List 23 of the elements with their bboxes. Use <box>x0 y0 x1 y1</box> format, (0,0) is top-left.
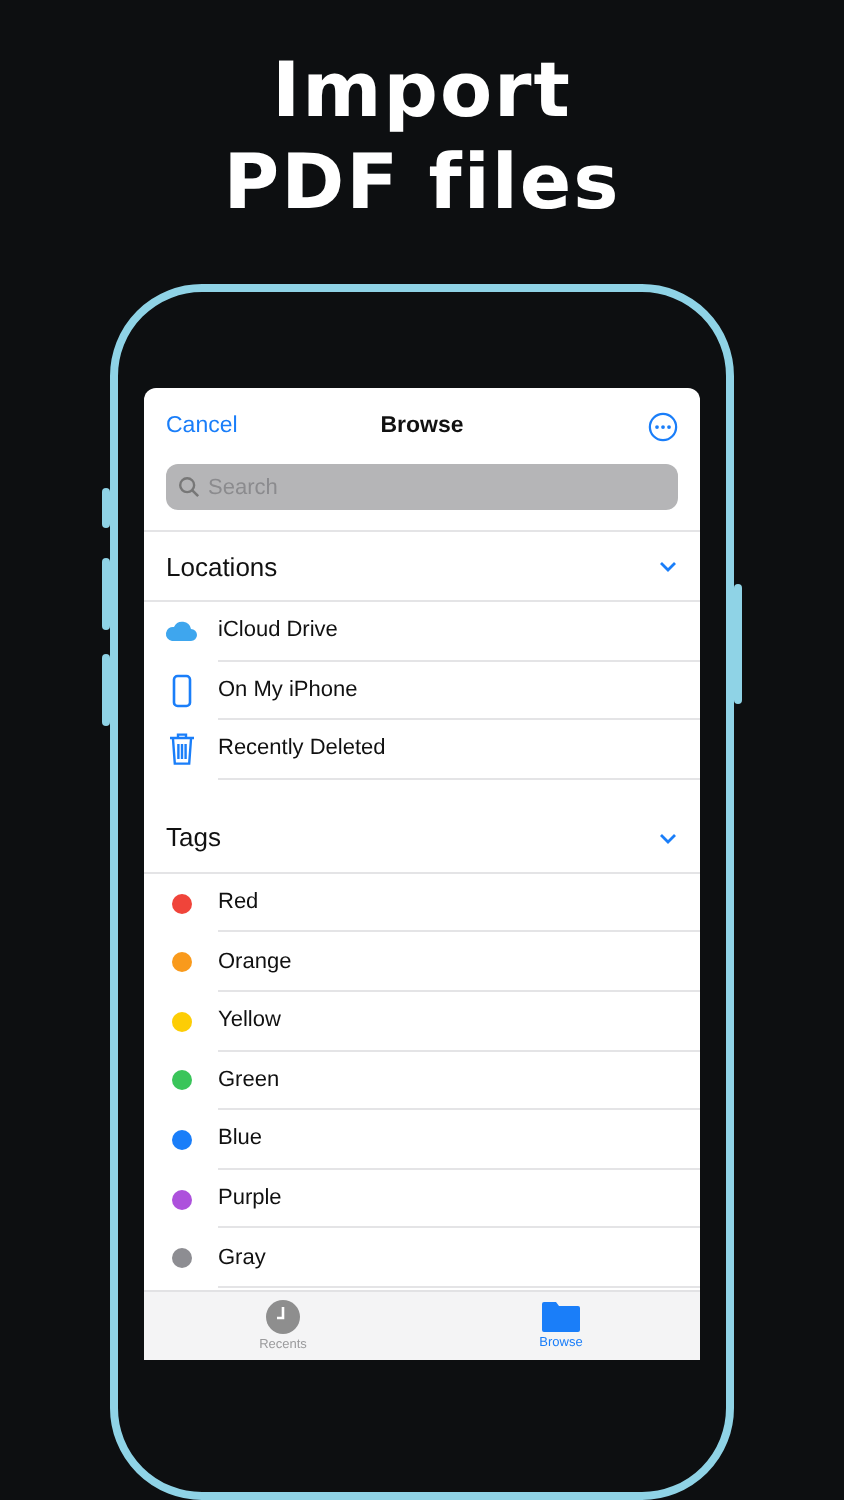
tag-item[interactable]: Green <box>218 1051 700 1111</box>
section-header: Locations <box>166 551 278 581</box>
more-icon[interactable] <box>648 411 678 441</box>
tag-item[interactable]: Purple <box>218 1169 700 1229</box>
tag-item[interactable]: Gray <box>218 1228 700 1288</box>
cancel-button[interactable]: Cancel <box>166 414 238 438</box>
tag-item[interactable]: Red <box>218 873 700 933</box>
sheet-title: Browse <box>380 414 464 438</box>
cloud-icon <box>164 620 198 643</box>
location-item[interactable]: On My iPhone <box>218 661 700 721</box>
phone-icon <box>171 673 191 708</box>
headline: Import PDF files <box>223 44 621 228</box>
tag-item[interactable]: Blue <box>218 1110 700 1170</box>
location-item[interactable]: iCloud Drive <box>218 602 700 662</box>
section-header: Tags <box>166 822 221 853</box>
clock-icon <box>266 1300 300 1334</box>
location-item[interactable]: Recently Deleted <box>218 720 700 780</box>
search-icon <box>178 476 200 498</box>
tag-item[interactable]: Orange <box>218 932 700 992</box>
tag-item[interactable]: Yellow <box>218 991 700 1052</box>
chevron-icon[interactable] <box>658 556 678 576</box>
folder-icon <box>542 1302 580 1332</box>
trash-icon <box>167 732 195 767</box>
